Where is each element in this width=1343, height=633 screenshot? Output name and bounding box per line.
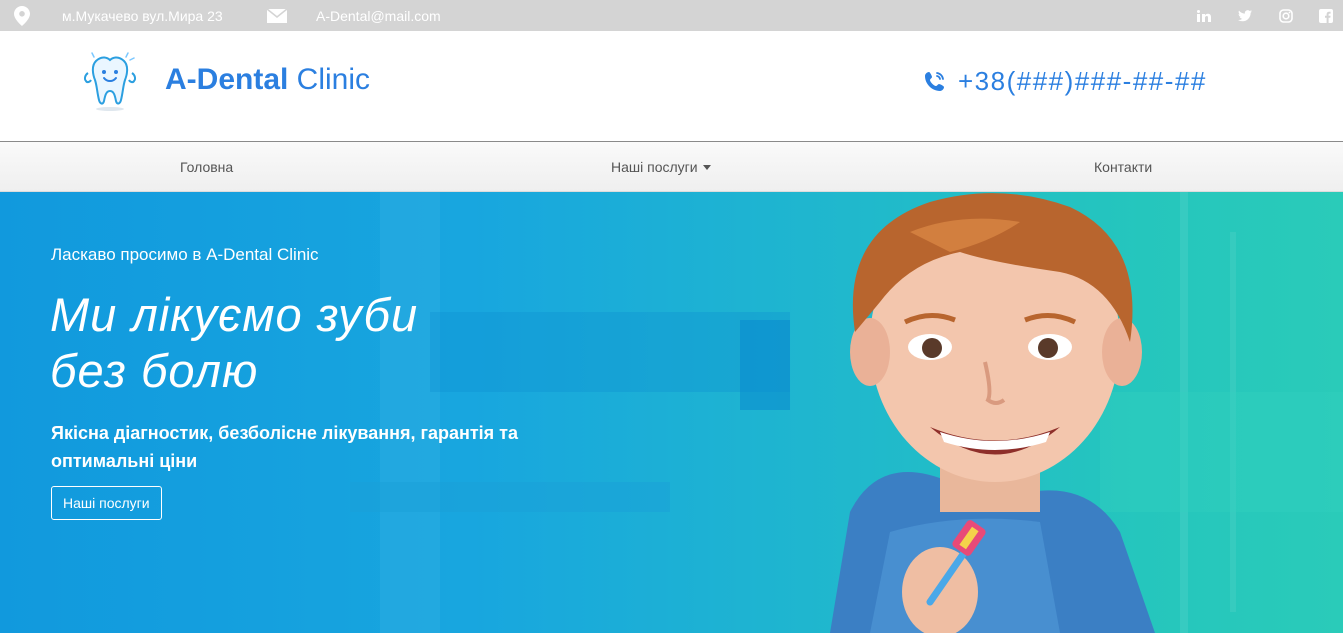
email-link[interactable]: A-Dental@mail.com [316,0,441,31]
instagram-icon[interactable] [1278,8,1294,24]
child-with-toothbrush-image [830,193,1155,633]
top-info-bar: м.Мукачево вул.Мира 23 A-Dental@mail.com [0,0,1343,31]
services-button[interactable]: Наші послуги [51,486,162,520]
hero-subtitle: Якісна діагностик, безболісне лікування,… [51,423,519,471]
facebook-icon[interactable] [1318,8,1334,24]
nav-item-home[interactable]: Головна [180,142,233,192]
phone-icon [925,72,944,91]
linkedin-icon[interactable] [1196,8,1212,24]
hero-title-line-1: Ми лікуємо зуби [50,288,419,341]
phone-number: +38(###)###-##-## [958,65,1207,96]
tooth-logo-icon[interactable] [80,51,140,113]
main-navbar: Головна Наші послуги Контакти [0,142,1343,192]
phone-contact[interactable]: +38(###)###-##-## [924,63,1207,99]
envelope-icon [267,0,287,31]
hero-title: Ми лікуємо зуби без болю [50,287,570,399]
hero-banner: Ласкаво просимо в A-Dental Clinic Ми лік… [0,192,1343,633]
hero-title-line-2: без болю [50,344,259,397]
brand-name[interactable]: A-Dental Clinic [165,63,370,97]
nav-item-services[interactable]: Наші послуги [611,142,711,192]
hero-welcome-text: Ласкаво просимо в A-Dental Clinic [51,245,319,264]
brand-name-bold: A-Dental [165,63,289,96]
nav-item-contacts[interactable]: Контакти [1094,142,1152,192]
site-header: A-Dental Clinic +38(###)###-##-## [0,31,1343,142]
nav-item-services-label: Наші послуги [611,159,698,175]
caret-down-icon [702,165,711,170]
brand-name-rest: Clinic [288,63,371,96]
twitter-icon[interactable] [1237,8,1253,24]
address-text: м.Мукачево вул.Мира 23 [62,7,223,24]
location-pin-icon [14,0,30,31]
